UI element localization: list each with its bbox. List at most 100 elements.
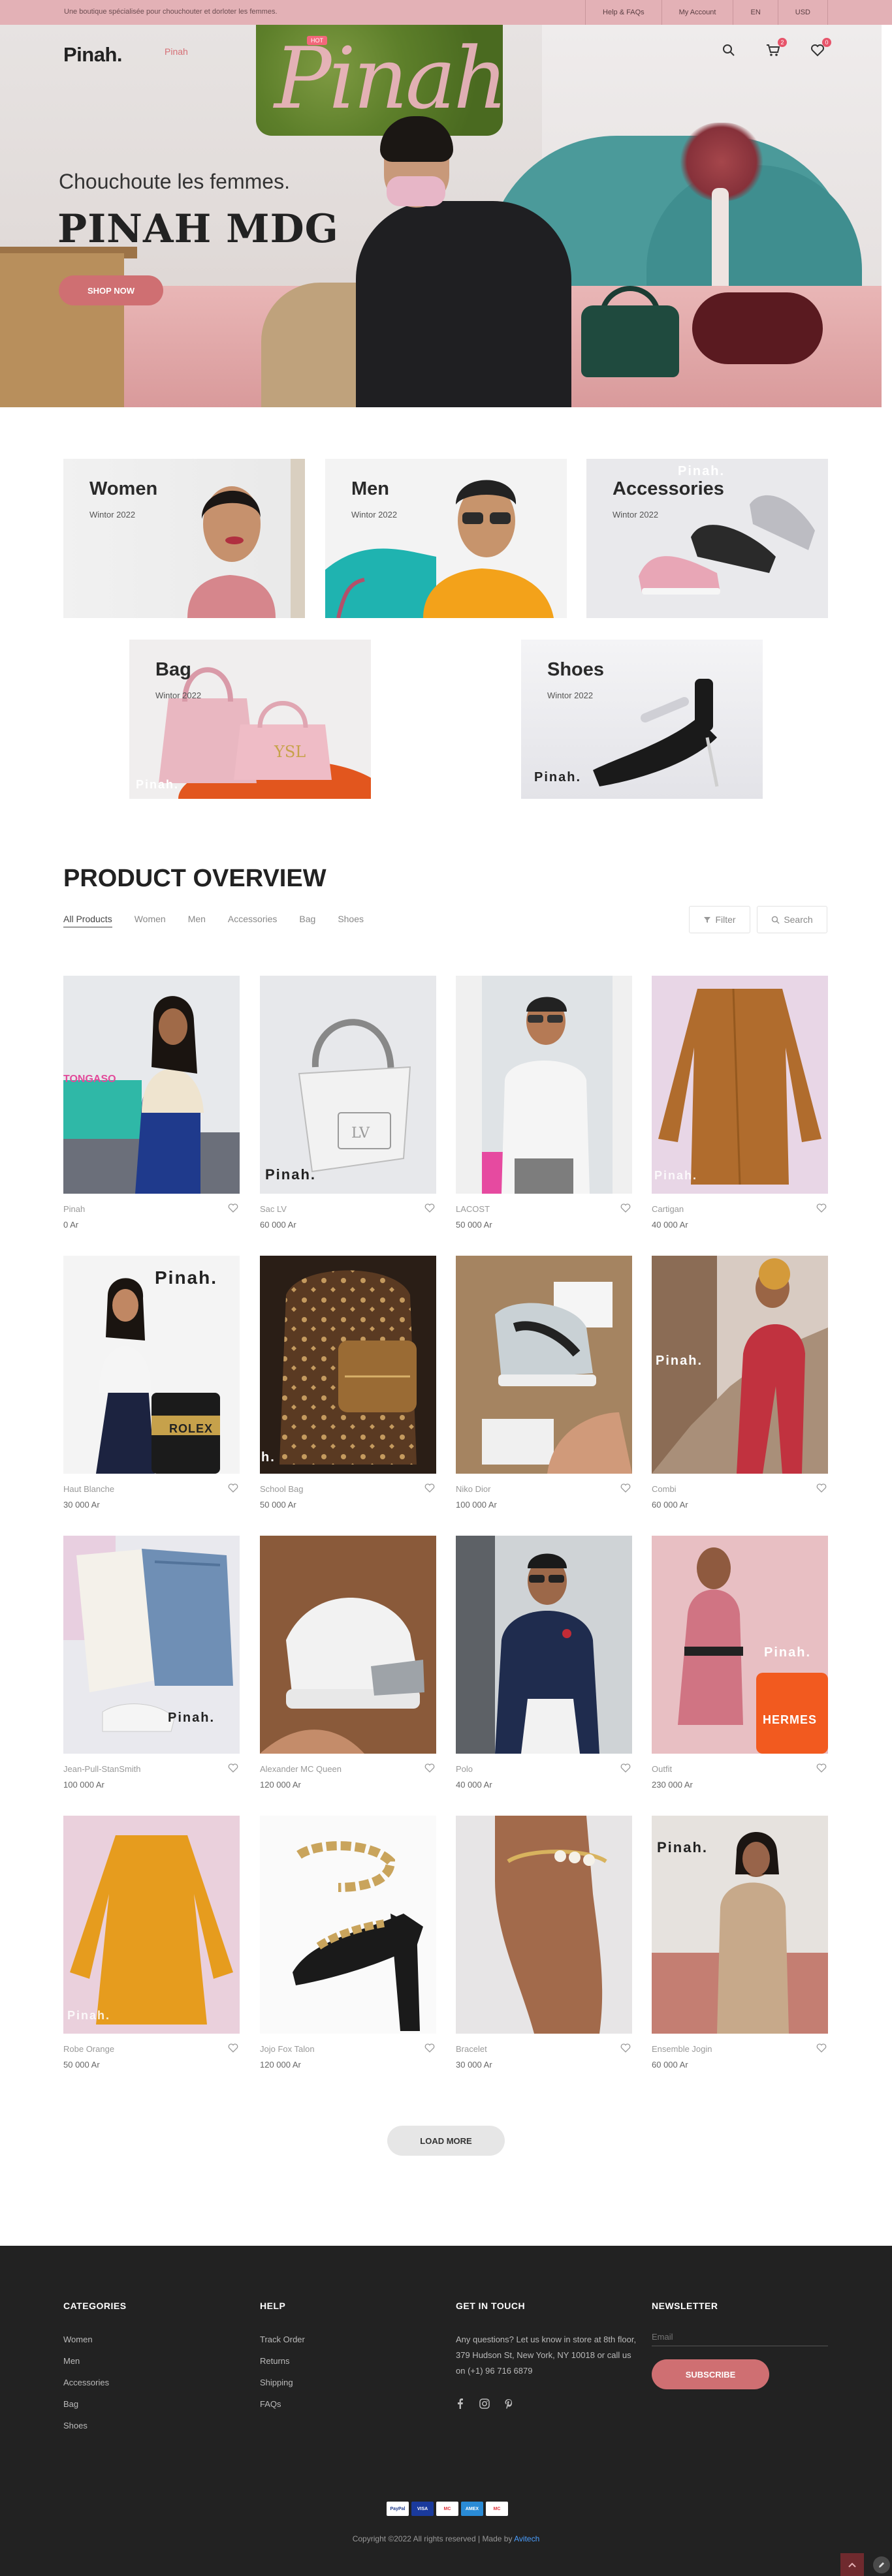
product-image[interactable]: Pinah. (63, 1536, 240, 1754)
product-card[interactable]: h. School Bag 50 000 Ar (260, 1256, 436, 1510)
product-card[interactable]: LACOST 50 000 Ar (456, 976, 632, 1230)
filter-men[interactable]: Men (188, 914, 206, 927)
footer-link[interactable]: Shoes (63, 2421, 127, 2430)
footer-link[interactable]: Men (63, 2356, 127, 2366)
product-name[interactable]: Alexander MC Queen (260, 1764, 342, 1774)
heart-icon[interactable] (815, 1202, 828, 1215)
my-account-link[interactable]: My Account (661, 0, 733, 25)
product-card[interactable]: Pinah. Ensemble Jogin 60 000 Ar (652, 1816, 828, 2070)
wishlist-icon[interactable]: 0 (809, 38, 831, 59)
language-select[interactable]: EN (733, 0, 777, 25)
filter-accessories[interactable]: Accessories (228, 914, 277, 927)
product-name[interactable]: Cartigan (652, 1204, 684, 1214)
footer-link[interactable]: Accessories (63, 2378, 127, 2387)
product-name[interactable]: Outfit (652, 1764, 672, 1774)
category-women[interactable]: Women Wintor 2022 (63, 459, 305, 618)
product-image[interactable] (260, 1536, 436, 1754)
filter-shoes[interactable]: Shoes (338, 914, 364, 927)
product-name[interactable]: Jean-Pull-StanSmith (63, 1764, 141, 1774)
product-image[interactable]: Pinah. (63, 1816, 240, 2034)
product-card[interactable]: TONGASO Pinah 0 Ar (63, 976, 240, 1230)
author-link[interactable]: Avitech (514, 2534, 539, 2543)
shop-now-button[interactable]: SHOP NOW (59, 275, 163, 305)
product-image[interactable] (260, 1816, 436, 2034)
help-faqs-link[interactable]: Help & FAQs (585, 0, 661, 25)
search-button[interactable]: Search (757, 906, 827, 933)
pinterest-icon[interactable] (504, 2398, 513, 2409)
product-card[interactable]: Polo 40 000 Ar (456, 1536, 632, 1790)
product-card[interactable]: Pinah. Jean-Pull-StanSmith 100 000 Ar (63, 1536, 240, 1790)
heart-icon[interactable] (227, 1761, 240, 1775)
product-card[interactable]: Pinah. Robe Orange 50 000 Ar (63, 1816, 240, 2070)
footer-link[interactable]: Returns (260, 2356, 305, 2366)
category-men[interactable]: Men Wintor 2022 (325, 459, 567, 618)
heart-icon[interactable] (423, 2041, 436, 2055)
footer-link[interactable]: FAQs (260, 2399, 305, 2409)
product-name[interactable]: Pinah (63, 1204, 85, 1214)
footer-link[interactable]: Women (63, 2335, 127, 2344)
product-image[interactable]: Pinah. (652, 1816, 828, 2034)
product-card[interactable]: Pinah. Cartigan 40 000 Ar (652, 976, 828, 1230)
back-to-top-button[interactable] (840, 2553, 864, 2576)
currency-select[interactable]: USD (777, 0, 828, 25)
heart-icon[interactable] (227, 1202, 240, 1215)
product-image[interactable] (456, 976, 632, 1194)
filter-button[interactable]: Filter (689, 906, 750, 933)
product-card[interactable]: Niko Dior 100 000 Ar (456, 1256, 632, 1510)
product-name[interactable]: Polo (456, 1764, 473, 1774)
search-icon[interactable] (720, 42, 737, 59)
product-name[interactable]: LACOST (456, 1204, 490, 1214)
heart-icon[interactable] (227, 2041, 240, 2055)
product-name[interactable]: Ensemble Jogin (652, 2044, 712, 2054)
heart-icon[interactable] (227, 1482, 240, 1495)
footer-link[interactable]: Bag (63, 2399, 127, 2409)
heart-icon[interactable] (423, 1202, 436, 1215)
heart-icon[interactable] (423, 1482, 436, 1495)
product-image[interactable] (456, 1536, 632, 1754)
product-image[interactable]: Pinah. (652, 976, 828, 1194)
product-image[interactable] (456, 1816, 632, 2034)
heart-icon[interactable] (619, 1482, 632, 1495)
category-bag[interactable]: YSL Bag Wintor 2022 Pinah. (129, 640, 371, 799)
product-card[interactable]: Alexander MC Queen 120 000 Ar (260, 1536, 436, 1790)
cart-icon[interactable]: 2 (765, 38, 787, 59)
product-name[interactable]: Robe Orange (63, 2044, 114, 2054)
product-name[interactable]: Jojo Fox Talon (260, 2044, 315, 2054)
product-name[interactable]: Haut Blanche (63, 1484, 114, 1494)
instagram-icon[interactable] (479, 2398, 490, 2409)
facebook-icon[interactable] (456, 2398, 465, 2409)
filter-all-products[interactable]: All Products (63, 914, 112, 927)
product-name[interactable]: Niko Dior (456, 1484, 490, 1494)
logo[interactable]: Pinah. (63, 43, 123, 67)
product-image[interactable]: Pinah. (652, 1256, 828, 1474)
heart-icon[interactable] (619, 1202, 632, 1215)
category-accessories[interactable]: Pinah. Accessories Wintor 2022 (586, 459, 828, 618)
category-shoes[interactable]: Shoes Wintor 2022 Pinah. (521, 640, 763, 799)
product-card[interactable]: Bracelet 30 000 Ar (456, 1816, 632, 2070)
product-image[interactable]: h. (260, 1256, 436, 1474)
product-image[interactable] (456, 1256, 632, 1474)
heart-icon[interactable] (423, 1761, 436, 1775)
product-card[interactable]: ROLEX Pinah. Haut Blanche 30 000 Ar (63, 1256, 240, 1510)
filter-bag[interactable]: Bag (299, 914, 315, 927)
product-name[interactable]: Bracelet (456, 2044, 487, 2054)
product-image[interactable]: ROLEX Pinah. (63, 1256, 240, 1474)
product-image[interactable]: Pinah. HERMES (652, 1536, 828, 1754)
heart-icon[interactable] (815, 2041, 828, 2055)
product-card[interactable]: LV Pinah. Sac LV 60 000 Ar (260, 976, 436, 1230)
filter-women[interactable]: Women (135, 914, 166, 927)
load-more-button[interactable]: LOAD MORE (387, 2126, 505, 2156)
heart-icon[interactable] (815, 1482, 828, 1495)
product-name[interactable]: Sac LV (260, 1204, 287, 1214)
product-card[interactable]: Pinah. HERMES Outfit 230 000 Ar (652, 1536, 828, 1790)
heart-icon[interactable] (815, 1761, 828, 1775)
subscribe-button[interactable]: SUBSCRIBE (652, 2359, 769, 2389)
product-card[interactable]: Jojo Fox Talon 120 000 Ar (260, 1816, 436, 2070)
product-image[interactable]: LV Pinah. (260, 976, 436, 1194)
product-name[interactable]: School Bag (260, 1484, 304, 1494)
nav-item-pinah[interactable]: Pinah (165, 46, 188, 57)
email-field[interactable] (652, 2328, 828, 2346)
product-name[interactable]: Combi (652, 1484, 677, 1494)
heart-icon[interactable] (619, 1761, 632, 1775)
product-card[interactable]: Pinah. Combi 60 000 Ar (652, 1256, 828, 1510)
